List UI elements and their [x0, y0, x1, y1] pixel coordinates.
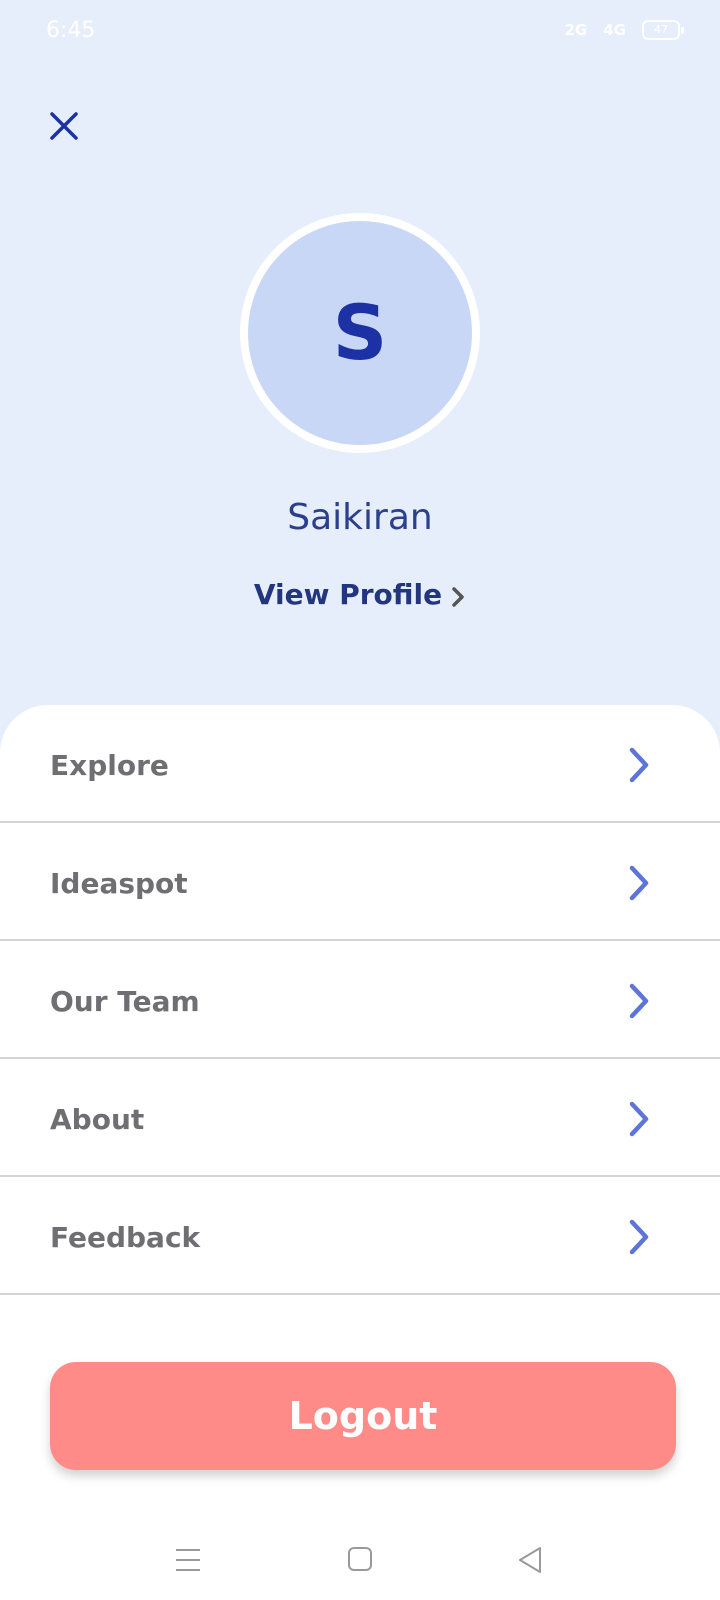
- status-time: 6:45: [46, 18, 96, 43]
- chevron-right-icon: [629, 747, 649, 783]
- system-nav-bar: [0, 1520, 720, 1600]
- nav-back-button[interactable]: [512, 1542, 552, 1578]
- status-bar: 6:45 2G 4G 47: [0, 0, 720, 64]
- menu-item-label: About: [50, 1103, 145, 1136]
- chevron-right-icon: [629, 1101, 649, 1137]
- user-name: Saikiran: [287, 497, 433, 538]
- nav-menu-button[interactable]: [168, 1542, 208, 1578]
- avatar-initial: S: [332, 288, 388, 377]
- menu-list: Explore Ideaspot Our Team About Feedback: [0, 705, 720, 1295]
- chevron-right-icon: [452, 586, 464, 607]
- battery-icon: 47: [642, 20, 684, 40]
- home-icon: [348, 1547, 372, 1571]
- menu-item-our-team[interactable]: Our Team: [0, 941, 720, 1059]
- avatar-ring: S: [240, 213, 480, 453]
- menu-icon: [176, 1549, 200, 1571]
- menu-item-label: Feedback: [50, 1221, 201, 1254]
- close-button[interactable]: [44, 106, 84, 146]
- menu-item-ideaspot[interactable]: Ideaspot: [0, 823, 720, 941]
- logout-label: Logout: [288, 1394, 438, 1438]
- back-icon: [519, 1547, 541, 1573]
- menu-item-label: Ideaspot: [50, 867, 188, 900]
- menu-item-label: Our Team: [50, 985, 200, 1018]
- chevron-right-icon: [629, 983, 649, 1019]
- avatar[interactable]: S: [248, 221, 472, 445]
- chevron-right-icon: [629, 865, 649, 901]
- chevron-right-icon: [629, 1219, 649, 1255]
- status-icons: 2G 4G 47: [564, 18, 684, 42]
- view-profile-link[interactable]: View Profile: [0, 578, 720, 611]
- menu-item-explore[interactable]: Explore: [0, 705, 720, 823]
- menu-item-label: Explore: [50, 749, 169, 782]
- nav-home-button[interactable]: [340, 1542, 380, 1578]
- network-4g-icon: 4G: [603, 21, 626, 39]
- menu-item-feedback[interactable]: Feedback: [0, 1177, 720, 1295]
- network-2g-icon: 2G: [564, 21, 588, 39]
- close-icon: [50, 112, 78, 140]
- menu-item-about[interactable]: About: [0, 1059, 720, 1177]
- view-profile-label: View Profile: [253, 578, 443, 611]
- logout-button[interactable]: Logout: [50, 1362, 676, 1470]
